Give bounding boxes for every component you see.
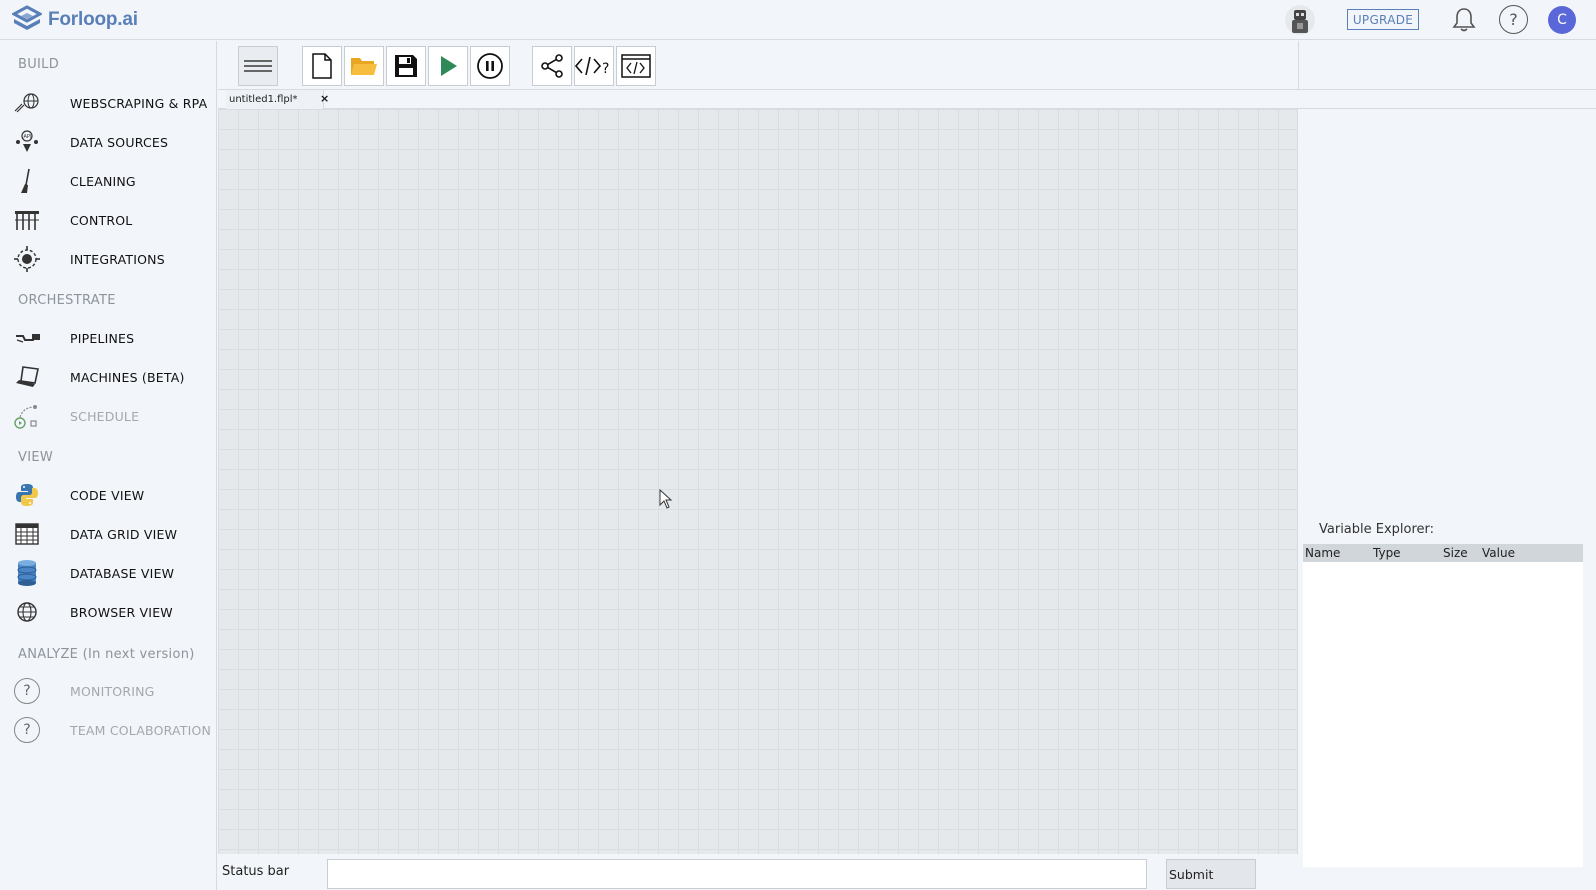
section-orchestrate: ORCHESTRATE [18,293,116,308]
sidebar: BUILD WEBSCRAPING & RPA API DATA SOURCES… [0,41,217,890]
robot-avatar-icon [1292,10,1308,33]
tab-bar: untitled1.flpl* × [218,90,1596,109]
run-button[interactable] [428,46,468,86]
code-help-button[interactable]: ? [574,46,614,86]
laptop-icon [12,362,42,392]
sidebar-item-data-sources[interactable]: API DATA SOURCES [12,126,212,158]
grid-icon [12,519,42,549]
control-icon [12,205,42,235]
bell-icon [1452,8,1476,32]
schedule-icon [12,401,42,431]
question-icon: ? [1509,10,1518,29]
question-icon: ? [12,715,42,745]
new-file-button[interactable] [302,46,342,86]
close-icon[interactable]: × [320,92,329,105]
sidebar-item-browser-view[interactable]: BROWSER VIEW [12,596,212,628]
mouse-cursor-icon [659,489,673,509]
save-button[interactable] [386,46,426,86]
svg-text:API: API [24,134,32,140]
sidebar-item-control[interactable]: CONTROL [12,204,212,236]
variable-explorer-header: Name Type Size Value [1303,544,1583,562]
status-bar-label: Status bar [222,864,290,879]
section-build: BUILD [18,57,60,72]
open-file-button[interactable] [344,46,384,86]
globe-cursor-icon [12,88,42,118]
code-view-button[interactable] [616,46,656,86]
svg-text:?: ? [602,61,609,77]
submit-button[interactable]: Submit [1166,859,1256,889]
sidebar-item-code-view[interactable]: CODE VIEW [12,479,212,511]
tab-label: untitled1.flpl* [229,94,298,105]
folder-icon [351,58,377,75]
status-bar: Status bar Submit [218,854,1298,890]
share-icon [541,54,563,78]
column-value: Value [1482,546,1515,560]
sidebar-item-pipelines[interactable]: PIPELINES [12,322,212,354]
variable-explorer-table[interactable]: Name Type Size Value [1303,544,1583,867]
code-help-icon: ? [575,56,609,77]
pause-button[interactable] [470,46,510,86]
share-button[interactable] [532,46,572,86]
new-file-icon [312,53,332,79]
right-panel-header [1298,41,1596,90]
broom-icon [12,166,42,196]
toolbar: ? [218,41,1298,90]
play-icon [441,56,457,76]
notifications-button[interactable] [1450,6,1478,34]
question-icon: ? [12,676,42,706]
sidebar-item-machines[interactable]: MACHINES (BETA) [12,361,212,393]
tab-untitled1[interactable]: untitled1.flpl* × [226,90,329,109]
forloop-logo-icon [12,5,42,30]
data-sources-icon: API [12,127,42,157]
save-icon [395,55,417,77]
menu-button[interactable] [238,46,278,86]
code-window-icon [621,54,651,78]
profile-picture[interactable] [1285,5,1315,35]
column-type: Type [1373,546,1401,560]
sidebar-item-database-view[interactable]: DATABASE VIEW [12,557,212,589]
pause-icon [477,53,503,79]
sidebar-item-data-grid-view[interactable]: DATA GRID VIEW [12,518,212,550]
variable-explorer-title: Variable Explorer: [1319,522,1435,537]
sidebar-item-webscraping[interactable]: WEBSCRAPING & RPA [12,87,212,119]
database-icon [12,558,42,588]
integrations-icon [12,244,42,274]
sidebar-item-monitoring[interactable]: ? MONITORING [12,675,212,707]
column-name: Name [1305,546,1341,560]
python-icon [12,480,42,510]
pipeline-canvas[interactable] [218,109,1298,854]
section-analyze: ANALYZE (In next version) [18,647,195,662]
upgrade-button[interactable]: UPGRADE [1347,9,1419,30]
help-button[interactable]: ? [1499,5,1528,34]
sidebar-item-integrations[interactable]: INTEGRATIONS [12,243,212,275]
pipelines-icon [12,323,42,353]
user-avatar[interactable]: C [1548,6,1576,34]
section-view: VIEW [18,450,53,465]
sidebar-item-schedule[interactable]: SCHEDULE [12,400,212,432]
brand-name: Forloop.ai [48,9,138,30]
column-size: Size [1443,546,1468,560]
sidebar-item-team-colaboration[interactable]: ? TEAM COLABORATION [12,714,212,746]
hamburger-icon [244,60,272,72]
status-input[interactable] [327,859,1147,889]
sidebar-item-cleaning[interactable]: CLEANING [12,165,212,197]
globe-icon [12,597,42,627]
logo[interactable]: Forloop.ai [12,4,138,36]
top-bar: Forloop.ai UPGRADE ? C [0,0,1596,40]
